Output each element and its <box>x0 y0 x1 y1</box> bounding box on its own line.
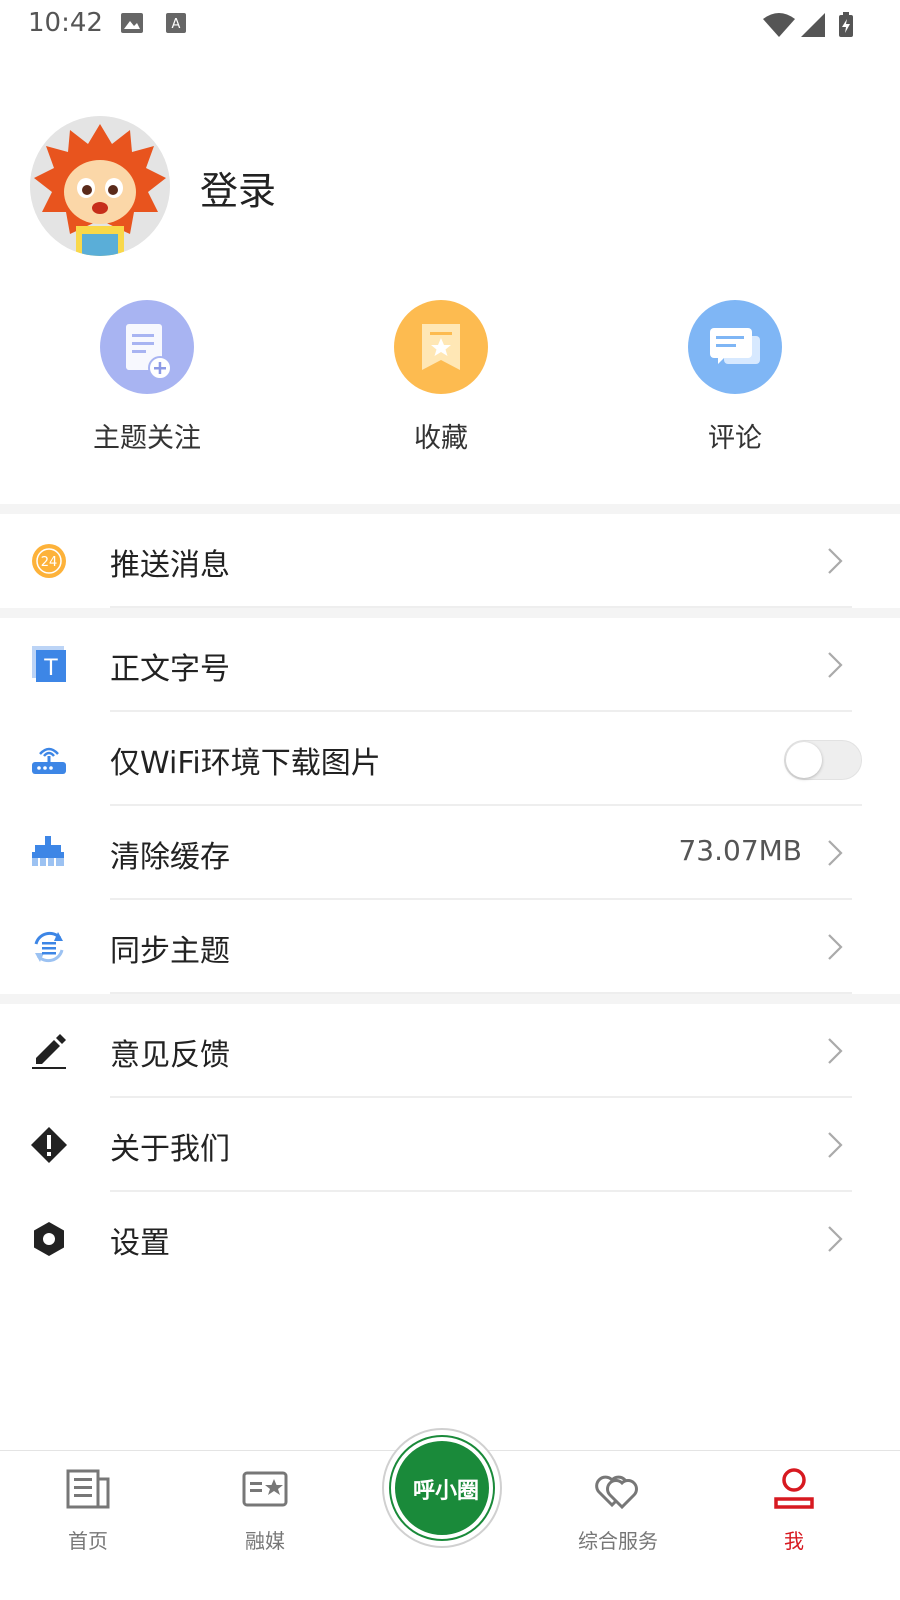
chevron-right-icon <box>828 1038 843 1064</box>
newspaper-icon <box>66 1469 110 1509</box>
menu-row-label: 正文字号 <box>110 652 230 687</box>
quick-action-favorites[interactable]: 收藏 <box>341 300 541 455</box>
sync-icon <box>30 928 68 966</box>
chevron-right-icon <box>828 934 843 960</box>
nav-item-me[interactable]: 我 <box>734 1465 854 1554</box>
menu-row-feedback[interactable]: 意见反馈 <box>0 1004 900 1098</box>
menu-row-label: 推送消息 <box>110 548 230 583</box>
chevron-right-icon <box>828 548 843 574</box>
quick-action-topic-follow[interactable]: 主题关注 <box>47 300 247 455</box>
quick-action-label: 主题关注 <box>93 423 201 454</box>
wifi-icon <box>763 13 795 37</box>
menu-row-label: 设置 <box>110 1226 170 1261</box>
heart-service-icon <box>595 1475 638 1510</box>
quick-action-label: 收藏 <box>414 423 468 454</box>
nav-item-media[interactable]: 融媒 <box>205 1465 325 1554</box>
battery-icon <box>839 12 853 37</box>
nav-label: 首页 <box>68 1529 108 1553</box>
quick-action-comments[interactable]: 评论 <box>635 300 835 455</box>
wifi-images-toggle[interactable] <box>784 740 862 780</box>
menu-row-label: 关于我们 <box>110 1132 230 1167</box>
hu-xiao-quan-logo-icon: 呼小圈 <box>391 1437 493 1539</box>
push-badge-text: 24 <box>41 555 58 570</box>
section-separator <box>0 994 900 1004</box>
text-notification-icon: A <box>166 13 186 33</box>
chevron-right-icon <box>828 840 843 866</box>
topic-follow-icon <box>100 300 194 394</box>
cache-size-value: 73.07MB <box>678 834 802 867</box>
section-separator <box>0 504 900 514</box>
status-time: 10:42 <box>28 8 103 38</box>
nav-label: 综合服务 <box>578 1529 658 1553</box>
chevron-right-icon <box>828 652 843 678</box>
svg-text:A: A <box>172 17 181 32</box>
nav-label: 我 <box>784 1529 804 1553</box>
menu-row-about[interactable]: 关于我们 <box>0 1098 900 1192</box>
router-icon <box>30 740 68 778</box>
svg-text:T: T <box>43 656 58 681</box>
menu-row-font-size[interactable]: T 正文字号 <box>0 618 900 712</box>
menu-row-push[interactable]: 24 推送消息 <box>0 514 900 608</box>
nav-item-home[interactable]: 首页 <box>28 1465 148 1554</box>
user-icon <box>774 1468 814 1509</box>
broom-icon <box>30 834 68 872</box>
menu-row-settings[interactable]: 设置 <box>0 1192 900 1286</box>
menu-row-wifi-images: 仅WiFi环境下载图片 <box>0 712 900 806</box>
bookmark-star-icon <box>394 300 488 394</box>
pencil-icon <box>30 1032 68 1070</box>
section-separator <box>0 608 900 618</box>
nav-item-services[interactable]: 综合服务 <box>558 1465 678 1554</box>
menu-row-label: 仅WiFi环境下载图片 <box>110 746 381 781</box>
media-card-icon <box>242 1471 288 1507</box>
status-bar: 10:42 A <box>0 0 900 48</box>
menu-row-label: 意见反馈 <box>110 1038 230 1073</box>
lion-mascot-icon <box>30 116 170 256</box>
toggle-knob <box>786 742 822 778</box>
avatar[interactable] <box>30 116 170 256</box>
info-diamond-icon <box>30 1126 68 1164</box>
quick-action-label: 评论 <box>708 423 762 454</box>
gear-icon <box>30 1220 68 1258</box>
font-size-icon: T <box>30 646 68 684</box>
menu-row-clear-cache[interactable]: 清除缓存 73.07MB <box>0 806 900 900</box>
comment-icon <box>688 300 782 394</box>
center-logo-button[interactable]: 呼小圈 <box>382 1428 502 1548</box>
signal-icon <box>801 13 825 37</box>
login-button[interactable]: 登录 <box>200 160 276 215</box>
image-notification-icon <box>121 13 143 33</box>
nav-label: 融媒 <box>245 1529 285 1553</box>
menu-row-label: 清除缓存 <box>110 840 230 875</box>
menu-row-sync-topics[interactable]: 同步主题 <box>0 900 900 994</box>
center-logo-text: 呼小圈 <box>412 1478 479 1504</box>
menu-row-label: 同步主题 <box>110 934 230 969</box>
push-badge-icon: 24 <box>30 542 68 580</box>
chevron-right-icon <box>828 1132 843 1158</box>
chevron-right-icon <box>828 1226 843 1252</box>
